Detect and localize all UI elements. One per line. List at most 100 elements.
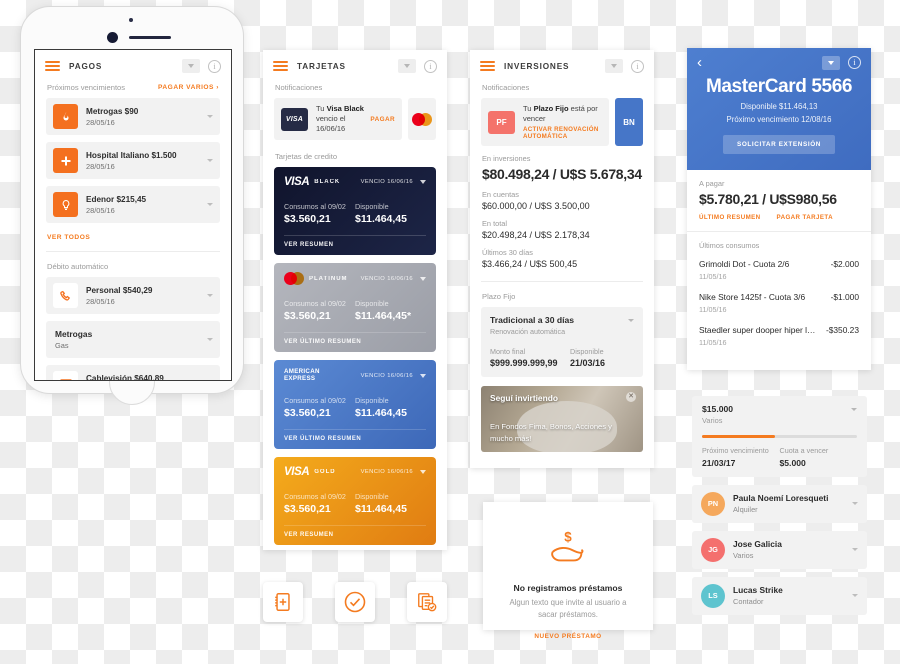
available-label: Disponible [355,396,389,406]
total-label: En cuentas [482,190,519,200]
documents-check-icon[interactable] [407,582,447,622]
credit-card[interactable]: VISA BLACK VENCIO 16/06/16 Consumos al 0… [274,167,436,256]
medical-cross-icon [53,148,78,173]
phone-sensor-icon [107,32,118,43]
loan-amount: $15.000 [702,404,734,414]
card-action-link[interactable]: VER RESUMEN [284,525,426,545]
caret-down-icon[interactable] [207,115,213,118]
promo-body: En Fondos Fima, Bonos, Acciones y mucho … [490,422,612,443]
request-extension-button[interactable]: SOLICITAR EXTENSIÓN [722,135,836,154]
consumed-value: $3.560,21 [284,213,331,226]
check-circle-icon[interactable] [335,582,375,622]
card-action-link[interactable]: VER ÚLTIMO RESUMEN [284,332,426,352]
caret-down-icon[interactable] [420,276,426,281]
available-label: Disponible [355,202,389,212]
caret-down-icon[interactable] [420,373,426,378]
caret-down-icon[interactable] [851,407,857,411]
credit-card[interactable]: PLATINUM VENCIO 16/06/16 Consumos al 09/… [274,263,436,353]
transaction-name: Nike Store 1425f - Cuota 3/6 [699,292,806,302]
card-action-link[interactable]: VER RESUMEN [284,235,426,255]
list-item[interactable]: LS Lucas Strike Contador [692,576,867,615]
caret-down-icon[interactable] [822,55,840,70]
notification-carousel: PF Tu Plazo Fijo está por vencer ACTIVAR… [470,98,654,147]
caret-down-icon[interactable] [420,470,426,475]
caret-down-icon[interactable] [207,338,213,341]
plazo-fijo-card[interactable]: Tradicional a 30 días Renovación automát… [481,307,643,378]
promo-banner[interactable]: Seguí invirtiendo En Fondos Fima, Bonos,… [481,386,643,453]
notification-card[interactable]: VISA Tu Visa Black vencio el 16/06/16 PA… [274,98,402,141]
total-label: Últimos 30 días [482,248,533,258]
table-row[interactable]: Staedler super dooper hiper long... -$35… [699,325,859,347]
contact-name: Paula Noemí Loresqueti [733,493,829,504]
available-value: $11.464,45* [355,310,412,323]
next-due-label: Próximo vencimiento [702,445,769,455]
available-label: Disponible [355,299,389,309]
hand-money-icon: $ [501,528,635,573]
list-item[interactable]: Cablevisión $640,89 28/05/16 [46,365,220,380]
info-circle-icon[interactable]: i [848,56,861,69]
empty-sub: Algun texto que invite al usuario a saca… [509,598,627,620]
available-value: 21/03/16 [570,358,606,369]
last-summary-link[interactable]: ÚLTIMO RESUMEN [699,214,761,221]
amount-value: $999.999.999,99 [490,358,558,369]
list-item[interactable]: PN Paula Noemí Loresqueti Alquiler [692,484,867,523]
close-circle-icon[interactable]: ✕ [626,392,636,403]
card-expiry: VENCIO 16/06/16 [360,372,413,379]
caret-down-icon[interactable] [207,159,213,162]
table-row[interactable]: Nike Store 1425f - Cuota 3/6 -$1.000 11/… [699,292,859,314]
notification-peek[interactable] [408,98,436,141]
see-all-link[interactable]: VER TODOS [47,234,90,241]
notification-action-link[interactable]: ACTIVAR RENOVACIÓN AUTOMÁTICA [523,126,602,140]
upcoming-label: Próximos vencimientos [47,83,126,92]
caret-down-icon[interactable] [628,318,634,322]
hamburger-icon[interactable] [45,60,60,72]
list-item[interactable]: Metrogas Gas [46,321,220,358]
list-item[interactable]: Edenor $215,45 28/05/16 [46,186,220,223]
list-item[interactable]: Personal $540,29 28/05/16 [46,277,220,314]
mastercard-hero: ‹ i MasterCard 5566 Disponible $11.464,1… [687,48,871,170]
to-pay-value: $5.780,21 / U$S980,56 [699,191,837,207]
new-loan-link[interactable]: NUEVO PRÉSTAMO [501,633,635,640]
info-circle-icon[interactable]: i [424,59,437,73]
loan-sub: Varios [702,416,723,425]
card-action-link[interactable]: VER ÚLTIMO RESUMEN [284,429,426,449]
list-item[interactable]: Metrogas $90 28/05/16 [46,98,220,135]
to-pay-block: A pagar $5.780,21 / U$S980,56 ÚLTIMO RES… [687,170,871,231]
chevron-left-icon[interactable]: ‹ [697,55,702,70]
total-value: $60.000,00 / U$S 3.500,00 [482,201,590,212]
notifications-label: Notificaciones [482,83,530,92]
info-circle-icon[interactable]: i [208,59,221,73]
credit-card[interactable]: VISA GOLD VENCIO 16/06/16 Consumos al 09… [274,457,436,546]
lightbulb-icon [53,192,78,217]
list-item[interactable]: Hospital Italiano $1.500 28/05/16 [46,142,220,179]
caret-down-icon[interactable] [182,59,200,73]
caret-down-icon[interactable] [398,59,416,73]
list-item[interactable]: JG Jose Galicia Varios [692,530,867,569]
notification-card[interactable]: PF Tu Plazo Fijo está por vencer ACTIVAR… [481,98,609,147]
loan-progress-card[interactable]: $15.000 Varios Próximo vencimiento 21/03… [692,396,867,615]
caret-down-icon[interactable] [207,294,213,297]
caret-down-icon[interactable] [420,180,426,185]
caret-down-icon[interactable] [605,59,623,73]
consumed-value: $3.560,21 [284,310,331,323]
progress-bar [702,435,857,438]
card-expiry: VENCIO 16/06/16 [360,469,413,476]
info-circle-icon[interactable]: i [631,59,644,73]
address-book-add-icon[interactable] [263,582,303,622]
pay-many-link[interactable]: PAGAR VARIOS › [158,84,219,91]
hamburger-icon[interactable] [480,60,495,72]
caret-down-icon[interactable] [852,548,858,552]
caret-down-icon[interactable] [207,203,213,206]
credit-card[interactable]: AMERICAN EXPRESS VENCIO 16/06/16 Consumos… [274,360,436,450]
table-row[interactable]: Grimoldi Dot - Cuota 2/6 -$2.000 11/05/1… [699,259,859,281]
hamburger-icon[interactable] [273,60,288,72]
pay-link[interactable]: PAGAR [370,116,395,123]
visa-icon: VISA [281,107,308,131]
notification-peek[interactable]: BN [615,98,643,147]
caret-down-icon[interactable] [852,594,858,598]
transaction-name: Grimoldi Dot - Cuota 2/6 [699,259,790,269]
phone-camera-icon [129,18,133,22]
caret-down-icon[interactable] [852,502,858,506]
transaction-amount: -$350.23 [825,325,859,335]
pay-card-link[interactable]: PAGAR TARJETA [777,214,833,221]
